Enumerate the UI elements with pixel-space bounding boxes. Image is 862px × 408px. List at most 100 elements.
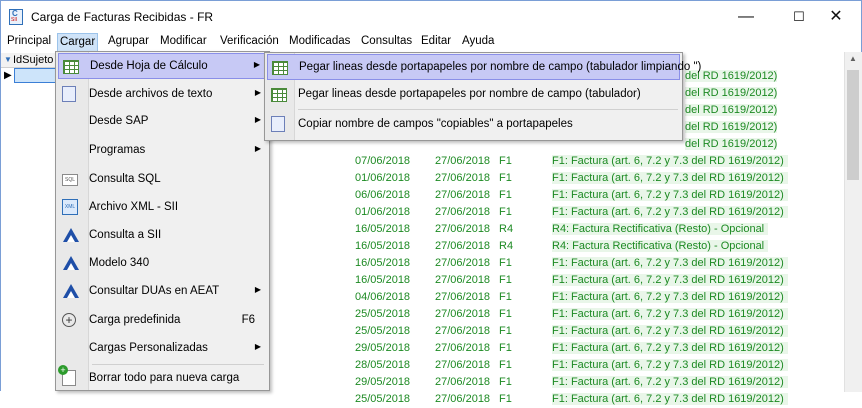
menu-item-carga-predefinida[interactable]: + Carga predefinida F6 xyxy=(58,308,267,334)
menu-ayuda[interactable]: Ayuda xyxy=(462,35,494,47)
table-cell-tipo: F1 xyxy=(499,189,512,201)
table-row[interactable]: 01/06/2018 27/06/2018 F1 F1: Factura (art. … xyxy=(271,204,844,221)
table-cell-tipo: F1 xyxy=(499,342,512,354)
table-cell-desc: F1: Factura (art. 6, 7.2 y 7.3 del RD 16… xyxy=(552,155,788,167)
table-row[interactable]: 25/05/2018 27/06/2018 F1 F1: Factura (art. … xyxy=(271,391,844,408)
table-cell-tipo: F1 xyxy=(499,376,512,388)
hoja-calculo-submenu: Pegar lineas desde portapapeles por nomb… xyxy=(264,52,701,141)
submenu-item-pegar-tabulador[interactable]: Pegar lineas desde portapapeles por nomb… xyxy=(267,82,680,108)
menu-consultas[interactable]: Consultas xyxy=(361,35,412,47)
menu-item-consultar-duas[interactable]: Consultar DUAs en AEAT ▶ xyxy=(58,279,267,305)
table-row[interactable]: 04/06/2018 27/06/2018 F1 F1: Factura (art. … xyxy=(271,289,844,306)
table-row[interactable]: 16/05/2018 27/06/2018 R4 R4: Factura Rectif… xyxy=(271,221,844,238)
submenu-arrow-icon: ▶ xyxy=(253,60,260,69)
table-cell-tipo: F1 xyxy=(499,308,512,320)
table-row[interactable]: 06/06/2018 27/06/2018 F1 F1: Factura (art. … xyxy=(271,187,844,204)
table-cell-desc: F1: Factura (art. 6, 7.2 y 7.3 del RD 16… xyxy=(552,359,788,371)
table-cell-fecha-expedicion: 28/05/2018 xyxy=(355,359,411,371)
submenu-item-copiar-nombres[interactable]: Copiar nombre de campos "copiables" a po… xyxy=(267,112,680,138)
table-cell-tipo: F1 xyxy=(499,206,512,218)
menu-item-archivo-xml-sii[interactable]: XML Archivo XML - SII xyxy=(58,195,267,221)
table-cell-desc: F1: Factura (art. 6, 7.2 y 7.3 del RD 16… xyxy=(552,308,788,320)
scroll-up-icon[interactable]: ▲ xyxy=(849,54,857,63)
table-cell-fecha-expedicion: 29/05/2018 xyxy=(355,376,411,388)
new-document-icon xyxy=(58,365,80,388)
close-button[interactable]: ✕ xyxy=(813,1,859,33)
table-row[interactable]: 16/05/2018 27/06/2018 F1 F1: Factura (art. … xyxy=(271,272,844,289)
table-cell-fecha-registro: 27/06/2018 xyxy=(435,325,491,337)
menu-item-consulta-sii[interactable]: Consulta a SII xyxy=(58,223,267,249)
table-cell-desc: F1: Factura (art. 6, 7.2 y 7.3 del RD 16… xyxy=(552,376,788,388)
submenu-arrow-icon: ▶ xyxy=(254,115,261,124)
table-row[interactable]: 25/05/2018 27/06/2018 F1 F1: Factura (art. … xyxy=(271,323,844,340)
table-cell-fecha-expedicion: 06/06/2018 xyxy=(355,189,411,201)
menu-item-consulta-sql[interactable]: SQL Consulta SQL xyxy=(58,167,267,193)
table-row[interactable]: 01/06/2018 27/06/2018 F1 F1: Factura (art. … xyxy=(271,170,844,187)
table-cell-fecha-registro: 27/06/2018 xyxy=(435,291,491,303)
minimize-button[interactable]: — xyxy=(723,1,769,33)
table-row[interactable]: 07/06/2018 27/06/2018 F1 F1: Factura (art. … xyxy=(271,153,844,170)
table-cell-tipo: F1 xyxy=(499,291,512,303)
table-cell-fecha-registro: 27/06/2018 xyxy=(435,223,491,235)
menu-item-programas[interactable]: Programas ▶ xyxy=(58,138,267,164)
table-cell-fecha-registro: 27/06/2018 xyxy=(435,393,491,405)
app-icon xyxy=(9,9,23,25)
table-cell-desc: F1: Factura (art. 6, 7.2 y 7.3 del RD 16… xyxy=(552,257,788,269)
table-row[interactable]: 16/05/2018 27/06/2018 R4 R4: Factura Rectif… xyxy=(271,238,844,255)
submenu-arrow-icon: ▶ xyxy=(254,285,261,294)
menu-item-desde-sap[interactable]: Desde SAP ▶ xyxy=(58,109,267,135)
title-bar: Carga de Facturas Recibidas - FR — ☐ ✕ xyxy=(1,1,861,33)
table-cell-fecha-expedicion: 01/06/2018 xyxy=(355,206,411,218)
table-cell-fecha-registro: 27/06/2018 xyxy=(435,376,491,388)
add-circle-icon: + xyxy=(62,312,80,330)
table-cell-fecha-registro: 27/06/2018 xyxy=(435,206,491,218)
table-row[interactable]: 25/05/2018 27/06/2018 F1 F1: Factura (art. … xyxy=(271,306,844,323)
menu-separator xyxy=(92,364,264,365)
table-cell-fecha-expedicion: 25/05/2018 xyxy=(355,308,411,320)
table-cell-desc: F1: Factura (art. 6, 7.2 y 7.3 del RD 16… xyxy=(552,325,788,337)
table-cell-tipo: F1 xyxy=(499,393,512,405)
table-cell-fecha-registro: 27/06/2018 xyxy=(435,274,491,286)
table-cell-fecha-registro: 27/06/2018 xyxy=(435,189,491,201)
table-cell-fecha-registro: 27/06/2018 xyxy=(435,342,491,354)
menu-verificacion[interactable]: Verificación xyxy=(220,35,279,47)
menu-modificadas[interactable]: Modificadas xyxy=(289,35,350,47)
submenu-item-pegar-limpiando[interactable]: Pegar lineas desde portapapeles por nomb… xyxy=(267,54,701,80)
table-cell-fecha-expedicion: 04/06/2018 xyxy=(355,291,411,303)
menu-item-desde-archivos-texto[interactable]: Desde archivos de texto ▶ xyxy=(58,82,267,108)
scroll-thumb[interactable] xyxy=(847,70,859,180)
table-cell-fecha-registro: 27/06/2018 xyxy=(435,359,491,371)
table-row[interactable]: 29/05/2018 27/06/2018 F1 F1: Factura (art. … xyxy=(271,374,844,391)
submenu-arrow-icon: ▶ xyxy=(254,342,261,351)
table-cell-desc: R4: Factura Rectificativa (Resto) - Opci… xyxy=(552,240,769,252)
menu-item-cargas-personalizadas[interactable]: Cargas Personalizadas ▶ xyxy=(58,336,267,362)
table-row[interactable]: 28/05/2018 27/06/2018 F1 F1: Factura (art. … xyxy=(271,357,844,374)
table-row[interactable]: 29/05/2018 27/06/2018 F1 F1: Factura (art. … xyxy=(271,340,844,357)
window-title: Carga de Facturas Recibidas - FR xyxy=(31,10,214,24)
table-cell-fecha-registro: 27/06/2018 xyxy=(435,257,491,269)
cargar-dropdown-menu: Desde Hoja de Cálculo ▶ Desde archivos d… xyxy=(55,51,270,391)
table-cell-fecha-expedicion: 25/05/2018 xyxy=(355,325,411,337)
menu-agrupar[interactable]: Agrupar xyxy=(108,35,149,47)
vertical-scrollbar[interactable]: ▲ xyxy=(844,52,862,392)
table-cell-tipo: F1 xyxy=(499,325,512,337)
menu-editar[interactable]: Editar xyxy=(421,35,451,47)
table-cell-tipo: F1 xyxy=(499,172,512,184)
menu-principal[interactable]: Principal xyxy=(7,35,51,47)
table-cell-tipo: F1 xyxy=(499,359,512,371)
column-header-idsujeto[interactable]: ▼ IdSujeto xyxy=(1,53,61,68)
table-cell-tipo: F1 xyxy=(499,257,512,269)
menu-cargar[interactable]: Cargar xyxy=(57,33,99,52)
menu-item-modelo-340[interactable]: Modelo 340 xyxy=(58,251,267,277)
menu-item-desde-hoja-calculo[interactable]: Desde Hoja de Cálculo ▶ xyxy=(58,53,267,79)
menu-modificar[interactable]: Modificar xyxy=(160,35,207,47)
table-cell-fecha-registro: 27/06/2018 xyxy=(435,172,491,184)
aeat-icon xyxy=(62,255,80,273)
menu-item-borrar-todo[interactable]: Borrar todo para nueva carga xyxy=(58,365,267,392)
table-row[interactable]: 16/05/2018 27/06/2018 F1 F1: Factura (art. … xyxy=(271,255,844,272)
table-cell-fecha-expedicion: 16/05/2018 xyxy=(355,240,411,252)
spreadsheet-icon xyxy=(272,59,290,77)
table-cell-tipo: R4 xyxy=(499,223,514,235)
submenu-arrow-icon: ▶ xyxy=(254,144,261,153)
selected-cell[interactable] xyxy=(14,68,60,83)
